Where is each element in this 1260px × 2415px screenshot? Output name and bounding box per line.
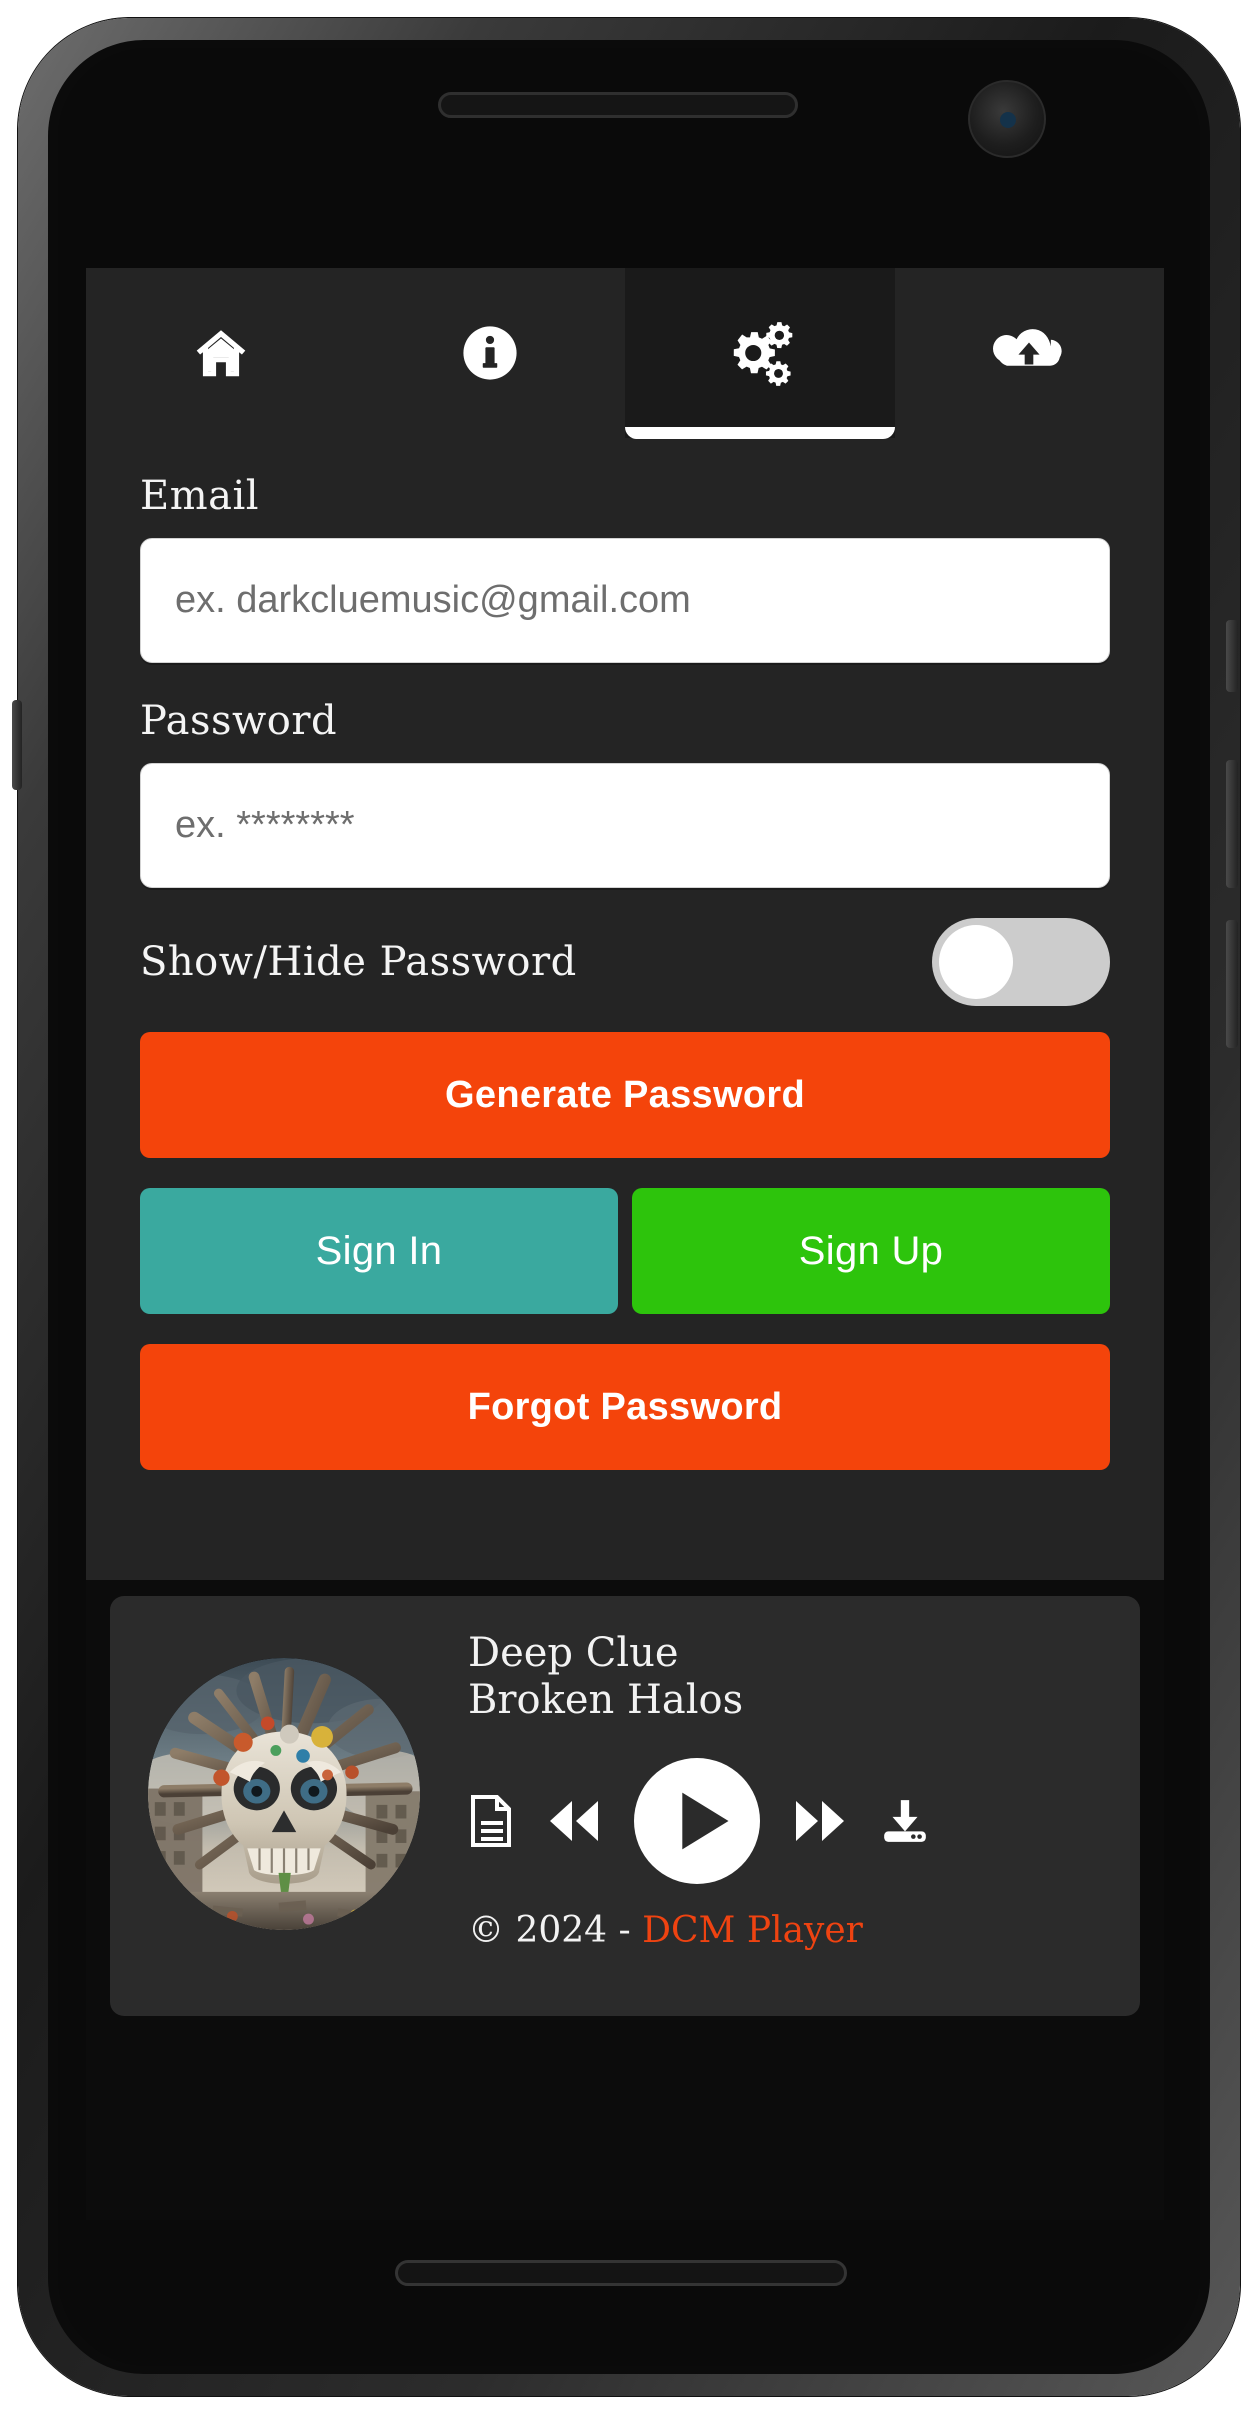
power-button[interactable] xyxy=(1226,620,1238,692)
front-camera xyxy=(968,80,1046,158)
download-icon xyxy=(880,1796,930,1846)
email-label: Email xyxy=(140,473,260,519)
document-icon xyxy=(468,1795,514,1848)
generate-password-button[interactable]: Generate Password xyxy=(140,1032,1110,1158)
toggle-knob xyxy=(939,925,1013,999)
tab-home[interactable] xyxy=(86,268,356,438)
screenshot-stage: Email Password Show/Hide Password Genera… xyxy=(0,0,1260,2415)
show-hide-password-toggle[interactable] xyxy=(932,918,1110,1006)
fast-forward-icon xyxy=(794,1799,846,1843)
play-button[interactable] xyxy=(634,1758,760,1885)
mini-player-card: Deep Clue Broken Halos © 2024 - DCM Play… xyxy=(110,1596,1140,2016)
active-tab-indicator xyxy=(625,427,895,439)
cloud-upload-icon xyxy=(993,325,1065,381)
album-art xyxy=(148,1658,420,1930)
gears-icon xyxy=(723,320,797,386)
sign-up-button[interactable]: Sign Up xyxy=(632,1188,1110,1314)
copyright-notice: © 2024 - DCM Player xyxy=(468,1910,1112,1951)
mute-switch[interactable] xyxy=(12,700,22,790)
player-controls xyxy=(468,1758,1112,1885)
rewind-icon xyxy=(548,1799,600,1843)
show-hide-password-row: Show/Hide Password xyxy=(140,918,1110,1006)
password-label: Password xyxy=(140,698,338,744)
lyrics-button[interactable] xyxy=(468,1795,514,1848)
password-input[interactable] xyxy=(140,763,1110,888)
artist-name: Deep Clue xyxy=(468,1630,679,1676)
account-form: Email Password Show/Hide Password Genera… xyxy=(86,438,1164,1580)
app-screen: Email Password Show/Hide Password Genera… xyxy=(86,268,1164,2220)
show-hide-password-label: Show/Hide Password xyxy=(140,939,577,985)
top-tab-bar xyxy=(86,268,1164,439)
earpiece-speaker xyxy=(438,92,798,118)
previous-button[interactable] xyxy=(548,1799,600,1843)
player-section: Deep Clue Broken Halos © 2024 - DCM Play… xyxy=(86,1580,1164,2016)
email-input[interactable] xyxy=(140,538,1110,663)
next-button[interactable] xyxy=(794,1799,846,1843)
volume-up-button[interactable] xyxy=(1226,760,1238,888)
brand-name: DCM Player xyxy=(642,1910,863,1952)
tab-info[interactable] xyxy=(355,268,625,438)
play-icon xyxy=(634,1758,760,1885)
auth-button-row: Sign In Sign Up xyxy=(140,1188,1110,1314)
sign-in-button[interactable]: Sign In xyxy=(140,1188,618,1314)
forgot-password-button[interactable]: Forgot Password xyxy=(140,1344,1110,1470)
home-icon xyxy=(190,322,252,384)
copyright-prefix: © 2024 - xyxy=(468,1910,643,1952)
bottom-speaker-bar xyxy=(395,2260,847,2286)
tab-settings[interactable] xyxy=(625,268,895,439)
volume-down-button[interactable] xyxy=(1226,920,1238,1048)
track-name: Broken Halos xyxy=(468,1677,744,1724)
info-circle-icon xyxy=(461,324,519,382)
tab-upload[interactable] xyxy=(894,268,1164,438)
download-button[interactable] xyxy=(880,1796,930,1846)
player-info: Deep Clue Broken Halos © 2024 - DCM Play… xyxy=(420,1630,1112,1990)
skull-album-art xyxy=(148,1658,420,1930)
